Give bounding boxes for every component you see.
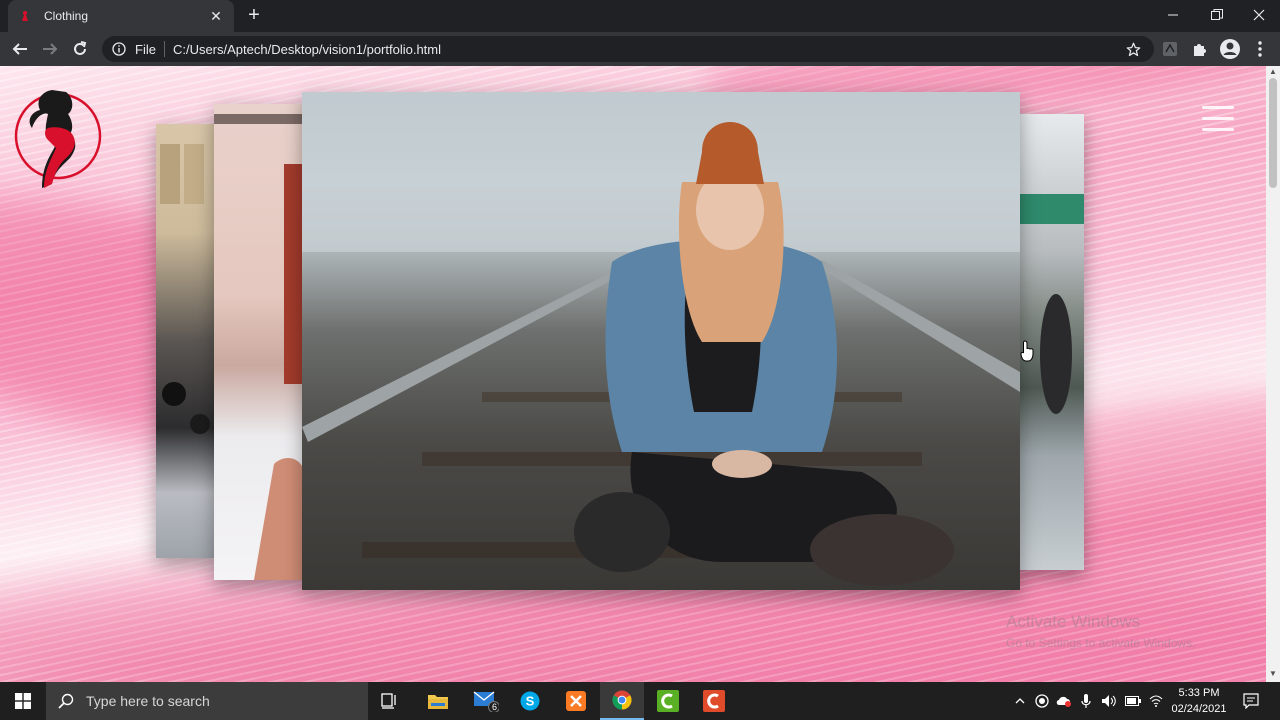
- mouse-pointer-icon: [1020, 340, 1036, 362]
- volume-icon[interactable]: [1098, 682, 1120, 720]
- back-button[interactable]: [8, 37, 32, 61]
- tab-title: Clothing: [44, 9, 89, 23]
- profile-avatar-icon[interactable]: [1218, 37, 1242, 61]
- search-placeholder: Type here to search: [86, 693, 210, 709]
- scroll-down-arrow-icon[interactable]: ▼: [1269, 670, 1277, 678]
- windows-start-button[interactable]: [0, 682, 46, 720]
- forward-button[interactable]: [38, 37, 62, 61]
- browser-menu-icon[interactable]: [1248, 37, 1272, 61]
- page-viewport: Activate Windows Go to Settings to activ…: [0, 66, 1266, 682]
- chrome-taskbar-icon[interactable]: [600, 682, 644, 720]
- address-bar[interactable]: File C:/Users/Aptech/Desktop/vision1/por…: [102, 36, 1154, 62]
- mail-badge: 6: [492, 702, 498, 712]
- onedrive-icon[interactable]: [1054, 682, 1074, 720]
- svg-text:S: S: [526, 694, 535, 709]
- wifi-icon[interactable]: [1146, 682, 1166, 720]
- action-center-icon[interactable]: [1238, 682, 1264, 720]
- browser-tab[interactable]: Clothing ✕: [8, 0, 234, 32]
- file-explorer-icon[interactable]: [416, 682, 460, 720]
- clock-time: 5:33 PM: [1178, 687, 1220, 699]
- url-text[interactable]: C:/Users/Aptech/Desktop/vision1/portfoli…: [173, 42, 441, 57]
- pdf-extension-icon[interactable]: [1158, 37, 1182, 61]
- minimize-button[interactable]: [1152, 0, 1194, 30]
- taskbar-search-box[interactable]: Type here to search: [46, 682, 368, 720]
- xampp-icon[interactable]: [554, 682, 598, 720]
- battery-icon[interactable]: [1122, 682, 1144, 720]
- brand-logo[interactable]: [12, 84, 104, 196]
- reload-button[interactable]: [68, 37, 92, 61]
- mail-icon[interactable]: 6: [464, 682, 508, 720]
- page-favicon-icon: [18, 9, 32, 23]
- microphone-icon[interactable]: [1076, 682, 1096, 720]
- activate-windows-watermark: Activate Windows Go to Settings to activ…: [1006, 612, 1195, 650]
- new-tab-button[interactable]: +: [244, 5, 264, 25]
- close-window-button[interactable]: [1238, 0, 1280, 30]
- camtasia-red-icon[interactable]: [692, 682, 736, 720]
- restore-button[interactable]: [1196, 0, 1238, 30]
- bookmark-star-icon[interactable]: [1124, 40, 1142, 58]
- windows-taskbar: Type here to search 6 S 5:33 PM 02/24/20…: [0, 682, 1280, 720]
- taskbar-clock[interactable]: 5:33 PM 02/24/2021: [1166, 685, 1232, 717]
- clock-date: 02/24/2021: [1171, 703, 1227, 715]
- record-icon[interactable]: [1032, 682, 1052, 720]
- search-icon: [58, 693, 74, 709]
- camtasia-green-icon[interactable]: [646, 682, 690, 720]
- extensions-puzzle-icon[interactable]: [1188, 37, 1212, 61]
- scheme-label: File: [135, 41, 156, 57]
- browser-titlebar: Clothing ✕ +: [0, 0, 1280, 32]
- watermark-subtitle: Go to Settings to activate Windows.: [1006, 636, 1196, 650]
- gallery-card-main[interactable]: [302, 92, 1020, 590]
- gallery-card-far-left[interactable]: [156, 124, 218, 558]
- address-separator: [163, 41, 165, 57]
- watermark-title: Activate Windows: [1006, 612, 1141, 631]
- task-view-icon[interactable]: [368, 682, 412, 720]
- page-scrollbar[interactable]: ▲ ▼: [1266, 66, 1280, 682]
- menu-hamburger-icon[interactable]: [1202, 106, 1234, 134]
- skype-icon[interactable]: S: [508, 682, 552, 720]
- scrollbar-thumb[interactable]: [1269, 78, 1277, 188]
- info-icon[interactable]: [111, 41, 127, 57]
- tab-close-icon[interactable]: ✕: [208, 8, 224, 25]
- browser-toolbar: File C:/Users/Aptech/Desktop/vision1/por…: [0, 32, 1280, 66]
- gallery-card-mid-left[interactable]: [214, 104, 306, 580]
- scroll-up-arrow-icon[interactable]: ▲: [1269, 68, 1277, 76]
- show-hidden-icons-chevron-icon[interactable]: [1010, 682, 1030, 720]
